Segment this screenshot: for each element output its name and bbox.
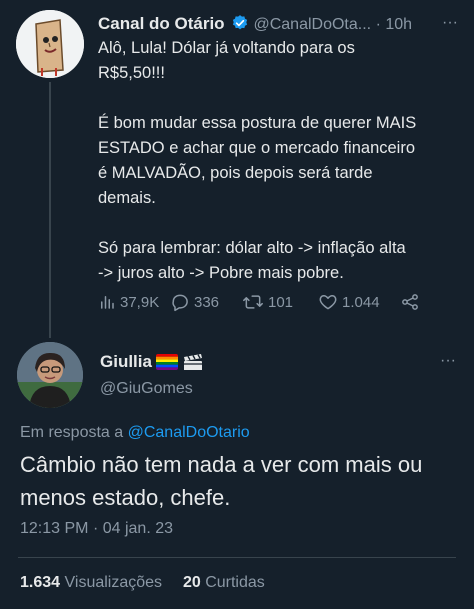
reply-icon (170, 292, 190, 312)
tweet-thread: Canal do Otário @CanalDoOta... · 10h ···… (0, 0, 474, 609)
likes-stat[interactable]: 20 Curtidas (183, 574, 265, 591)
share-button[interactable] (400, 292, 420, 312)
author-avatar[interactable] (16, 10, 84, 78)
reply-count: 336 (194, 293, 220, 311)
divider (18, 557, 456, 558)
replying-to-mention[interactable]: @CanalDoOtario (128, 424, 250, 441)
replying-to-label: Em resposta a (20, 424, 124, 441)
rainbow-flag-icon (155, 354, 178, 370)
share-icon (400, 292, 420, 312)
reply-more-options-icon[interactable]: ··· (440, 352, 456, 370)
time-separator: · (375, 16, 381, 33)
replying-to: Em resposta a @CanalDoOtario (20, 424, 250, 442)
retweet-icon (242, 292, 264, 312)
like-icon (318, 292, 338, 312)
tweet-header: Canal do Otário @CanalDoOta... · 10h ··· (98, 14, 458, 36)
thread-connector-line (49, 82, 51, 338)
reply-date-separator: · (92, 520, 99, 537)
views-button[interactable]: 37,9K (98, 293, 170, 311)
tweet-time[interactable]: 10h (385, 16, 412, 33)
verified-badge-icon (231, 14, 249, 37)
likes-stat-count: 20 (182, 574, 201, 591)
reply-timestamp[interactable]: 12:13 PM · 04 jan. 23 (20, 520, 173, 538)
views-icon (98, 293, 116, 311)
reply-button[interactable]: 336 (170, 292, 242, 312)
like-count: 1.044 (342, 293, 380, 311)
reply-author-handle[interactable]: @GiuGomes (100, 380, 193, 398)
reply-author-name[interactable]: Giullia (100, 352, 152, 372)
like-button[interactable]: 1.044 (318, 292, 400, 312)
reply-header: Giullia (100, 352, 204, 372)
reply-text: Câmbio não tem nada a ver com mais ou me… (20, 452, 423, 510)
views-stat-count: 1.634 (20, 574, 61, 591)
reply-author-avatar[interactable] (17, 342, 83, 408)
views-stat-label: Visualizações (64, 574, 163, 591)
reply-date: 04 jan. 23 (102, 520, 173, 537)
author-handle[interactable]: @CanalDoOta... (253, 16, 371, 33)
retweet-count: 101 (268, 293, 294, 311)
reply-stats: 1.634 Visualizações 20 Curtidas (20, 574, 265, 592)
more-options-icon[interactable]: ··· (442, 14, 458, 32)
views-count: 37,9K (120, 293, 160, 311)
tweet-text: Alô, Lula! Dólar já voltando para os R$5… (98, 39, 417, 282)
views-stat[interactable]: 1.634 Visualizações (20, 574, 167, 591)
tweet-actions: 37,9K 336 101 1.044 (98, 289, 438, 315)
reply-time: 12:13 PM (20, 520, 89, 537)
author-name[interactable]: Canal do Otário (98, 14, 225, 33)
clapperboard-icon (182, 354, 204, 370)
likes-stat-label: Curtidas (205, 574, 265, 591)
retweet-button[interactable]: 101 (242, 292, 318, 312)
